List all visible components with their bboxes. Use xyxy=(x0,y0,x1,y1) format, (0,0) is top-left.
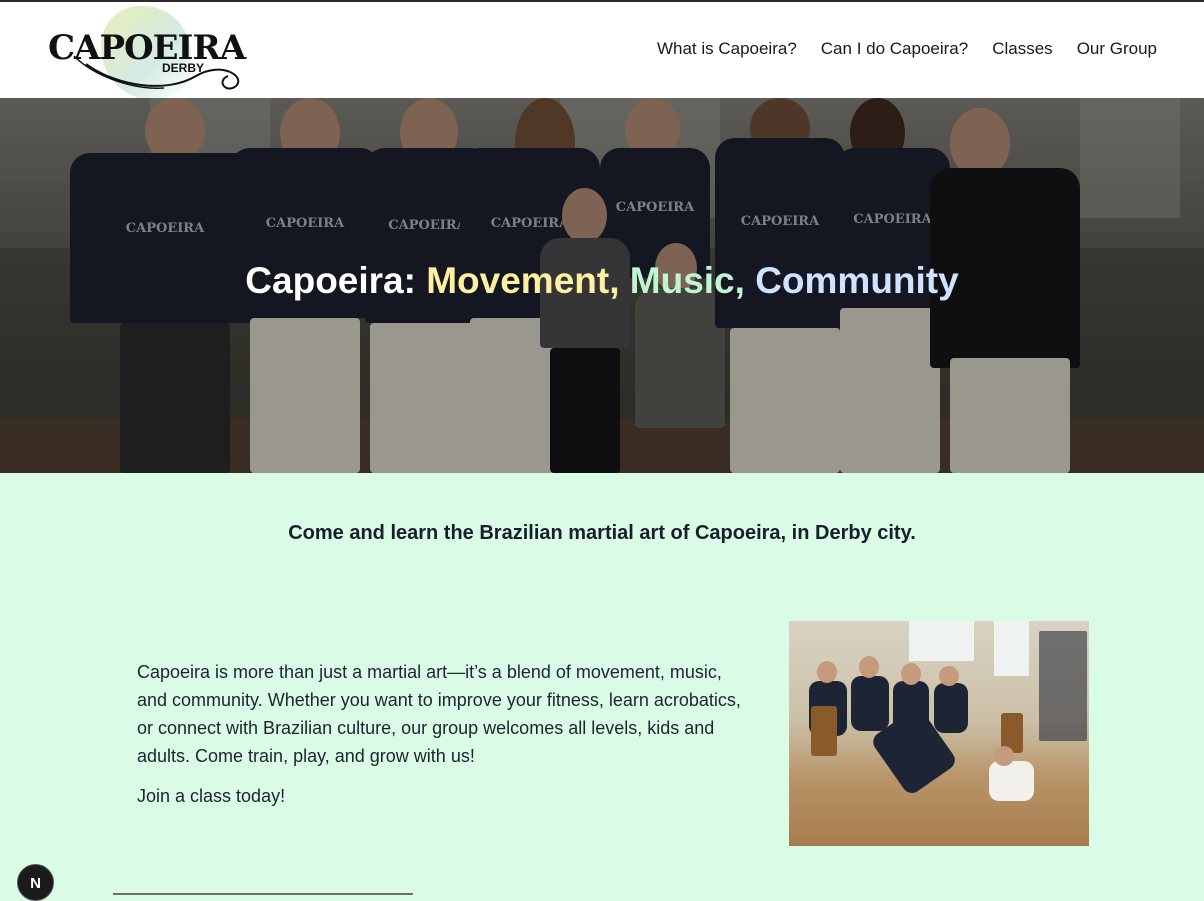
tagline-heading: Come and learn the Brazilian martial art… xyxy=(288,522,916,544)
intro-paragraph: Capoeira is more than just a martial art… xyxy=(137,662,741,766)
hero-word-music: Music, xyxy=(629,260,745,301)
logo-wordmark: CAPOEIRA xyxy=(48,28,246,68)
nav-item-what-is-capoeira[interactable]: What is Capoeira? xyxy=(657,39,797,59)
nav-item-our-group[interactable]: Our Group xyxy=(1077,39,1157,59)
site-header: CAPOEIRA DERBY What is Capoeira? Can I d… xyxy=(0,2,1204,100)
hero-banner: CAPOEIRA CAPOEIRA CAPOEIRA CAPOEIRA CAPO… xyxy=(0,98,1204,473)
capoeira-derby-logo[interactable]: CAPOEIRA DERBY xyxy=(46,6,246,100)
main-nav: What is Capoeira? Can I do Capoeira? Cla… xyxy=(657,39,1157,59)
hero-headline-prefix: Capoeira: xyxy=(245,260,427,301)
hero-word-movement: Movement, xyxy=(426,260,620,301)
intro-cta-text: Join a class today! xyxy=(137,786,286,806)
logo-subtitle: DERBY xyxy=(162,61,205,75)
hero-word-community: Community xyxy=(755,260,959,301)
hero-headline: Capoeira: Movement, Music, Community xyxy=(0,260,1204,302)
class-photo xyxy=(789,621,1089,846)
intro-text-block: Capoeira is more than just a martial art… xyxy=(137,658,747,822)
nav-item-can-i-do-capoeira[interactable]: Can I do Capoeira? xyxy=(821,39,968,59)
dev-tools-badge[interactable]: N xyxy=(17,864,54,901)
nav-item-classes[interactable]: Classes xyxy=(992,39,1052,59)
